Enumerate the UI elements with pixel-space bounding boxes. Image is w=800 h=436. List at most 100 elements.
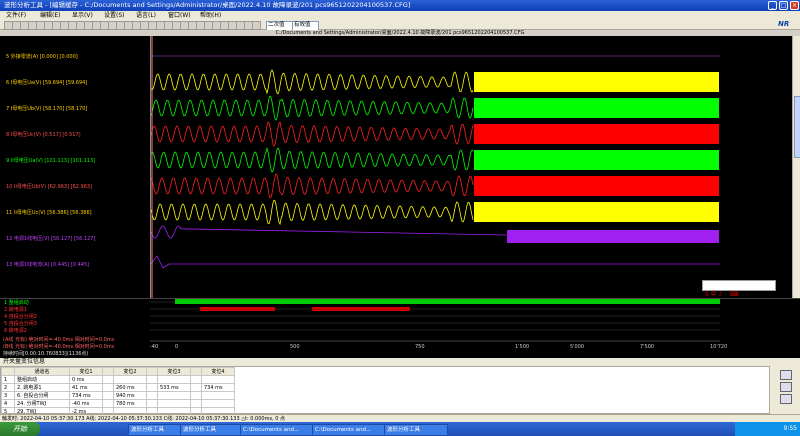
vertical-scrollbar[interactable] [792,36,800,298]
switch-table: 通道名 变位1 变位2 变位3 变位4 1 整组启动 0 ms 2 2. 跳电源1 41 ms 26… [0,366,770,416]
menu-settings[interactable]: 设置(S) [104,11,125,20]
table-cell: 734 ms [201,383,235,392]
axis-tick-label: 10'720 [710,344,727,350]
table-header [102,367,114,376]
minimize-button[interactable]: _ [768,1,777,10]
switch-active-bar [200,307,275,311]
task-waveform-2[interactable]: 波形分析工具 [180,424,242,436]
channel-label[interactable]: 8 I母电压Uc(V) [0.517] [0.517] [6,131,81,138]
channel-label[interactable]: 11 II母电压Uc(V) [56.386] [56.386] [6,209,92,216]
table-header: 变位3 [157,367,191,376]
switch-plot [150,299,720,331]
right-panel: S 中 ♪ ◦ ⌨ [702,36,792,298]
waveform-area[interactable] [150,36,721,298]
table-cell [157,375,191,384]
table-cell [190,375,202,384]
cursor-b-info: (B线 光标) 绝对时间=-40.0ms 相对时间=0.0ms [3,344,115,350]
table-row[interactable]: 3 6. 自投合分闸 734 ms 940 ms [1,391,235,400]
table-cell [201,391,235,400]
axis-tick-label: 7'500 [640,344,654,350]
cursor-info: (A线 光标) 绝对时间=-40.0ms 相对时间=0.0ms (B线 光标) … [0,336,150,358]
switch-label[interactable]: 6 跳电源2 [4,327,27,334]
axis-plot: -40 0 500 750 1'500 5'000 7'500 10'720 [150,340,727,350]
switch-label[interactable]: 1 整组启动 [4,299,29,306]
table-cell [102,375,114,384]
channel-label[interactable]: 10 II母电压Ub(V) [62.963] [62.963] [6,183,92,190]
switch-change-table: 通道名 变位1 变位2 变位3 变位4 1 整组启动 0 ms 2 2. 跳电源1 41 ms 26… [1,367,235,416]
channel-bar [507,230,719,243]
ime-toolbar[interactable]: S 中 ♪ ◦ ⌨ [702,280,776,298]
menu-language[interactable]: 语言(L) [136,11,156,20]
table-cell: 2. 跳电源1 [14,383,70,392]
table-cell: 260 ms [113,383,147,392]
export-icon[interactable] [780,394,792,404]
channel-waveform [150,173,474,199]
toolbar-button[interactable] [252,21,261,30]
table-cell [190,399,202,408]
task-waveform-1[interactable]: 波形分析工具 [128,424,182,436]
table-cell: 3 [1,391,15,400]
table-cell: 6. 自投合分闸 [14,391,70,400]
scroll-thumb[interactable] [794,96,800,158]
table-cell [102,383,114,392]
channel-list: 5 外接零流(A) [0.000] [0.000] 6 I母电压Ua(V) [59… [0,36,150,298]
task-explorer-1[interactable]: C:\Documents and... [240,424,314,436]
channel-bar [474,124,719,144]
menu-file[interactable]: 文件(F) [6,11,26,20]
close-button[interactable]: × [790,1,799,10]
table-cell [190,391,202,400]
table-row[interactable]: 1 整组启动 0 ms [1,375,235,384]
table-cell [102,391,114,400]
table-cell: 1 [1,375,15,384]
table-cell [102,399,114,408]
axis-tick-label: -40 [150,344,158,350]
switch-label[interactable]: 2 跳电源1 [4,306,27,313]
axis-tick-label: 750 [415,344,425,350]
window-title: 波形分析工具 - [编辑缓存 - C:/Documents and Settin… [4,1,411,9]
clock: 9:55 [783,425,797,432]
channel-label[interactable]: 7 I母电压Ub(V) [58.170] [58.170] [6,105,87,112]
menu-edit[interactable]: 编辑(E) [40,11,60,20]
maximize-button[interactable]: □ [779,1,788,10]
channel-label[interactable]: 6 I母电压Ua(V) [59.694] [59.694] [6,79,87,86]
table-header: 变位4 [201,367,235,376]
switch-active-bar [312,307,410,311]
channel-bar [474,98,719,118]
table-cell: 940 ms [113,391,147,400]
table-row[interactable]: 2 2. 跳电源1 41 ms 260 ms 533 ms 734 ms [1,383,235,392]
channel-label[interactable]: 13 电源1线电流(A) [0.445] [0.445] [6,261,89,268]
channel-waveform [150,146,474,173]
switch-label[interactable]: 4 自投合分闸2 [4,313,37,320]
table-cell: 41 ms [69,383,103,392]
start-button[interactable]: 开始 [0,422,40,436]
switch-label[interactable]: 5 自投合分闸3 [4,320,37,327]
menu-view[interactable]: 显示(V) [72,11,93,20]
menu-help[interactable]: 帮助(H) [200,11,221,20]
channel-waveform [150,225,507,239]
ime-icon[interactable]: S 中 ♪ ◦ ⌨ [703,291,738,298]
table-cell: 780 ms [113,399,147,408]
switch-panel: 1 整组启动 2 跳电源1 4 自投合分闸2 5 自投合分闸3 6 跳电源2 [0,298,800,336]
channel-label[interactable]: 5 外接零流(A) [0.000] [0.000] [6,53,78,60]
side-tools [770,366,800,414]
axis-tick-label: 0 [175,344,178,350]
system-tray: 9:55 [735,422,800,436]
task-explorer-2[interactable]: C:\Documents and... [312,424,386,436]
time-axis: -40 0 500 750 1'500 5'000 7'500 10'720 [150,336,800,350]
zoom-icon[interactable] [780,370,792,380]
table-cell: 2 [1,383,15,392]
channel-bar [474,202,719,222]
table-cell: 24. 分闸TWJ [14,399,70,408]
channel-label[interactable]: 9 II母电压Ua(V) [101.113] [101.113] [6,157,95,164]
table-row[interactable]: 4 24. 分闸TWJ -40 ms 780 ms [1,399,235,408]
menu-window[interactable]: 窗口(W) [168,11,191,20]
duration-info: 持续时间[0.00:10.760833](1136点) [3,351,89,357]
channel-bar [474,72,719,92]
waveform-plot[interactable] [150,36,721,298]
toolbar: 二次值 有效值 NR [0,20,800,31]
print-icon[interactable] [780,382,792,392]
table-cell [146,391,158,400]
table-header: 变位1 [69,367,103,376]
task-waveform-3[interactable]: 波形分析工具 [384,424,448,436]
channel-label[interactable]: 12 电源1线电压(V) [56.127] [56.127] [6,235,95,242]
